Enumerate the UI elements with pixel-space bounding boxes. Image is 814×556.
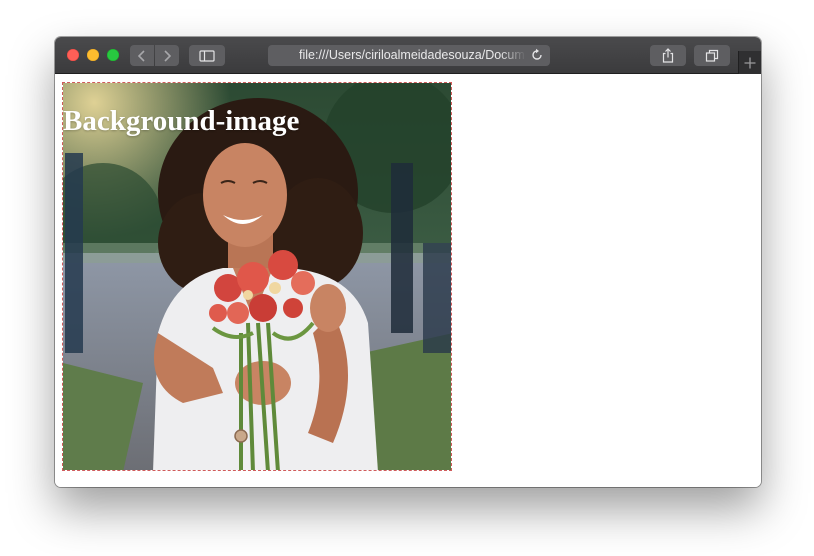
browser-toolbar: file:///Users/ciriloalmeidadesouza/Docum… <box>55 37 761 74</box>
tabs-icon <box>705 49 719 62</box>
share-button[interactable] <box>650 45 686 66</box>
background-photo <box>63 83 451 470</box>
background-image-box: Background-image <box>62 82 452 471</box>
show-tabs-button[interactable] <box>694 45 730 66</box>
close-window-button[interactable] <box>67 49 79 61</box>
chevron-left-icon <box>137 49 145 62</box>
plus-icon <box>744 57 756 68</box>
maximize-window-button[interactable] <box>107 49 119 61</box>
sidebar-icon <box>199 49 215 62</box>
reload-icon[interactable] <box>530 48 544 62</box>
sidebar-toggle-button[interactable] <box>189 45 225 66</box>
forward-button[interactable] <box>155 45 179 66</box>
page-content: Background-image <box>55 74 761 487</box>
address-fade <box>500 45 526 66</box>
new-tab-button[interactable] <box>738 51 761 74</box>
page-heading: Background-image <box>63 105 300 137</box>
back-button[interactable] <box>130 45 154 66</box>
minimize-window-button[interactable] <box>87 49 99 61</box>
share-icon <box>662 48 674 63</box>
browser-window: file:///Users/ciriloalmeidadesouza/Docum… <box>55 37 761 487</box>
address-url: file:///Users/ciriloalmeidadesouza/Docum… <box>299 48 525 62</box>
chevron-right-icon <box>164 49 172 62</box>
address-bar[interactable]: file:///Users/ciriloalmeidadesouza/Docum… <box>268 45 550 66</box>
